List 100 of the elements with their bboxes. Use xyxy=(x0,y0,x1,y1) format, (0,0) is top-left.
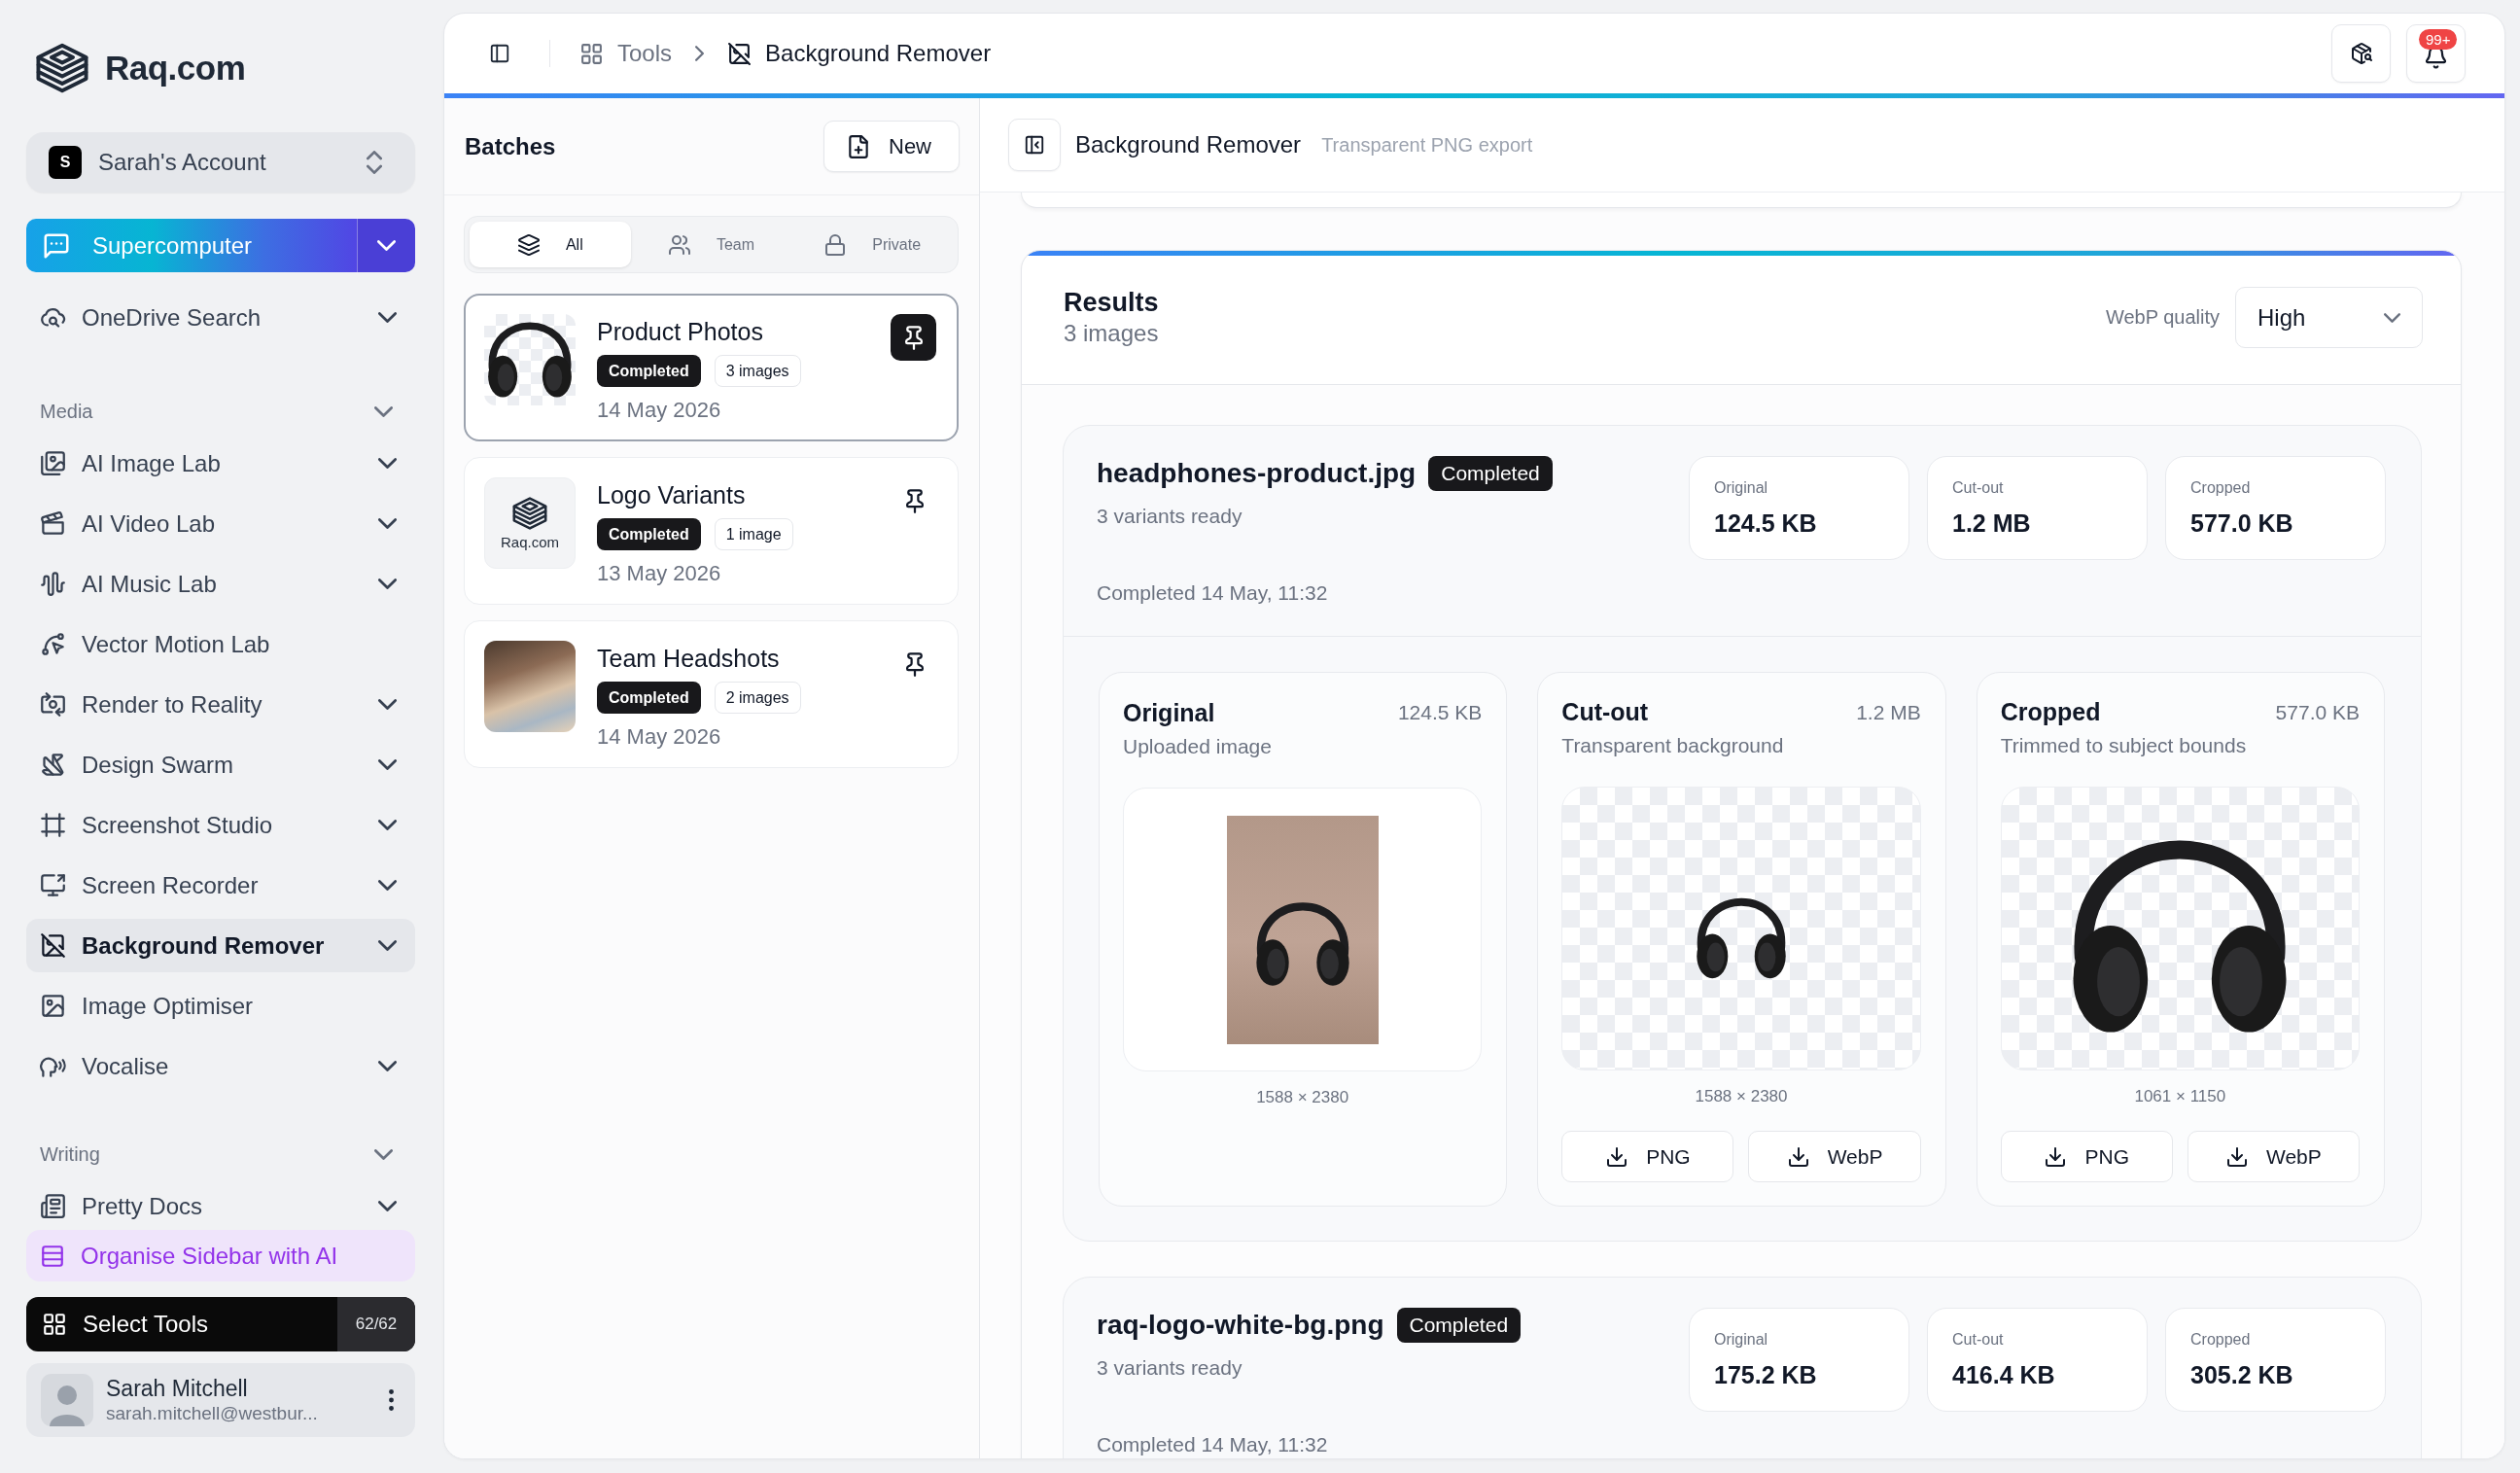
logo-icon xyxy=(36,41,88,95)
notifications-button[interactable]: 99+ xyxy=(2406,24,2466,83)
sidebar-item[interactable]: AI Video Lab xyxy=(26,497,415,550)
more-icon xyxy=(389,1389,394,1411)
sidebar-item[interactable]: Background Remover xyxy=(26,919,415,972)
organise-sidebar-button[interactable]: Organise Sidebar with AI xyxy=(26,1230,415,1281)
batch-card[interactable]: Product Photos Completed 3 images 14 May 2026 xyxy=(464,294,959,441)
sidebar-item[interactable]: Vocalise xyxy=(26,1039,415,1093)
download-icon xyxy=(1605,1144,1629,1169)
grid-icon xyxy=(42,1312,67,1337)
sidebar-item[interactable]: Screen Recorder xyxy=(26,859,415,912)
origami-icon xyxy=(40,752,66,778)
variants-summary: 3 variants ready xyxy=(1097,504,1243,529)
download-button[interactable]: WebP xyxy=(2187,1131,2360,1182)
account-switcher[interactable]: S Sarah's Account xyxy=(26,132,415,193)
sidebar-item[interactable]: AI Image Lab xyxy=(26,437,415,490)
breadcrumb: Background Remover xyxy=(727,40,992,67)
status-badge: Completed xyxy=(597,682,701,714)
variant-size: 577.0 KB xyxy=(2275,700,2360,724)
user-menu[interactable]: Sarah Mitchell sarah.mitchell@westbur... xyxy=(26,1363,415,1437)
stat-value: 305.2 KB xyxy=(2190,1360,2294,1389)
breadcrumb[interactable]: Tools xyxy=(579,40,673,67)
avatar-icon xyxy=(41,1374,93,1426)
vector-path-icon xyxy=(40,631,66,657)
image-dimensions: 1588 × 2380 xyxy=(1255,1087,1350,1108)
completed-time: Completed 14 May, 11:32 xyxy=(1097,1432,1329,1457)
sidebar-item[interactable]: Render to Reality xyxy=(26,678,415,731)
dropdown-button[interactable] xyxy=(357,219,415,272)
tool-subtitle: Transparent PNG export xyxy=(1321,133,1533,157)
section-header[interactable]: Writing xyxy=(26,1132,415,1176)
stat-value: 1.2 MB xyxy=(1952,509,2032,538)
sidebar-item[interactable]: Vector Motion Lab xyxy=(26,617,415,671)
count-badge: 3 images xyxy=(714,355,801,387)
batch-card[interactable]: Raq.com Logo Variants Completed 1 image 13 May 2026 xyxy=(464,457,959,605)
sidebar-item[interactable]: Pretty Docs xyxy=(26,1179,415,1227)
new-button[interactable]: New xyxy=(823,121,960,172)
stat-label: Cropped xyxy=(2190,1330,2252,1350)
sidebar-item[interactable]: Image Optimiser xyxy=(26,979,415,1033)
clapperboard-icon xyxy=(40,510,66,537)
collapse-panel-icon xyxy=(1024,134,1045,156)
image-off-icon xyxy=(40,932,66,959)
logo-icon xyxy=(512,496,547,530)
results-title: Results xyxy=(1064,286,1159,318)
frame-icon xyxy=(40,812,66,838)
filter-tab[interactable]: All xyxy=(470,222,631,267)
chevron-right-icon xyxy=(695,46,705,61)
sidebar-item[interactable]: Screenshot Studio xyxy=(26,798,415,852)
quality-select[interactable]: High xyxy=(2235,287,2423,348)
results-count: 3 images xyxy=(1064,318,1159,348)
variant-subtitle: Trimmed to subject bounds xyxy=(2000,733,2248,758)
stat-label: Original xyxy=(1714,478,1769,498)
newspaper-icon xyxy=(40,1193,66,1219)
variant-title: Original xyxy=(1123,698,1215,727)
download-button[interactable]: PNG xyxy=(2000,1131,2173,1182)
thumbnail-text: Raq.com xyxy=(501,533,559,550)
user-name: Sarah Mitchell xyxy=(106,1375,249,1402)
batch-title: Product Photos xyxy=(597,317,764,346)
chevrons-up-down-icon xyxy=(367,151,382,174)
variant-size: 124.5 KB xyxy=(1397,701,1483,724)
brand-name: Raq.com xyxy=(105,49,246,88)
sidebar-item[interactable]: AI Music Lab xyxy=(26,557,415,611)
collapse-panel-button[interactable] xyxy=(1008,119,1061,171)
status-badge: Completed xyxy=(1428,456,1553,491)
filter-tab[interactable]: Private xyxy=(791,222,953,267)
select-tools-button[interactable]: Select Tools 62/62 xyxy=(26,1297,415,1351)
sidebar-toggle-icon xyxy=(489,43,510,64)
stat-label: Cut-out xyxy=(1952,478,2005,498)
variant-subtitle: Transparent background xyxy=(1561,733,1785,758)
download-button[interactable]: PNG xyxy=(1561,1131,1734,1182)
pin-icon xyxy=(904,325,923,350)
package-search-button[interactable] xyxy=(2331,24,2391,83)
pin-icon xyxy=(905,651,924,677)
download-icon xyxy=(2044,1144,2068,1169)
batch-date: 13 May 2026 xyxy=(597,560,722,587)
file-name: headphones-product.jpg xyxy=(1097,458,1417,489)
monitor-icon xyxy=(40,872,66,898)
stat-label: Original xyxy=(1714,1330,1769,1350)
sidebar-item[interactable]: OneDrive Search xyxy=(26,291,415,344)
package-search-icon xyxy=(2349,42,2373,65)
image-dimensions: 1061 × 1150 xyxy=(2133,1086,2227,1107)
file-plus-icon xyxy=(846,133,871,159)
batch-title: Team Headshots xyxy=(597,644,781,673)
status-badge: Completed xyxy=(1396,1308,1522,1343)
filter-tab[interactable]: Team xyxy=(630,222,792,267)
stat-value: 175.2 KB xyxy=(1714,1360,1818,1389)
batch-date: 14 May 2026 xyxy=(597,723,722,751)
pin-button[interactable] xyxy=(891,314,936,361)
users-icon xyxy=(667,232,691,257)
batch-card[interactable]: Team Headshots Completed 2 images 14 May 2026 xyxy=(464,620,959,768)
stat-label: Cropped xyxy=(2190,478,2252,498)
status-badge: Completed xyxy=(597,355,701,387)
more-options-button[interactable] xyxy=(389,1389,394,1411)
waveform-icon xyxy=(40,571,66,597)
variant-title: Cut-out xyxy=(1561,698,1649,726)
lock-icon xyxy=(823,232,848,257)
status-badge: Completed xyxy=(597,518,701,550)
variant-size: 1.2 MB xyxy=(1856,700,1921,724)
sidebar-item[interactable]: Design Swarm xyxy=(26,738,415,791)
section-header[interactable]: Media xyxy=(26,389,415,434)
download-button[interactable]: WebP xyxy=(1748,1131,1921,1182)
